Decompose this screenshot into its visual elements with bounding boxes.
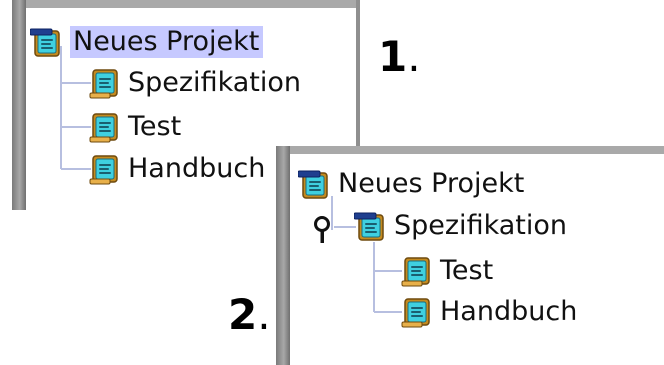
step-number-1: 1. [378, 32, 421, 81]
document-folder-icon [88, 110, 122, 144]
tree-node-label[interactable]: Spezifikation [394, 210, 567, 242]
tree-node-test[interactable]: Test [88, 109, 181, 145]
tree-node-spezifikation[interactable]: Spezifikation [354, 208, 567, 244]
tree-node-label[interactable]: Handbuch [440, 296, 577, 328]
tree-node-label[interactable]: Test [440, 255, 493, 287]
project-folder-icon [298, 167, 332, 201]
tree-node-root[interactable]: Neues Projekt [298, 166, 524, 202]
tree-line-vertical [60, 46, 62, 169]
panel-top-border [12, 0, 360, 8]
tree-node-label[interactable]: Neues Projekt [338, 168, 524, 200]
document-folder-icon [400, 295, 434, 329]
panel-left-border [12, 0, 26, 210]
tree-expander-icon[interactable] [310, 212, 336, 246]
panel-right-border [356, 0, 360, 150]
tree-node-handbuch[interactable]: Handbuch [88, 151, 265, 187]
tree-line-branch [374, 311, 402, 313]
step-number-2: 2. [228, 290, 271, 339]
document-folder-icon [88, 152, 122, 186]
document-folder-icon [400, 254, 434, 288]
tree-line-branch [61, 82, 91, 84]
tree-node-label[interactable]: Test [128, 111, 181, 143]
tree-line-branch [334, 226, 356, 228]
tree-node-test[interactable]: Test [400, 253, 493, 289]
tree-panel-step-2: Neues Projekt Spezifikation Test Handbuc… [276, 146, 664, 365]
tree-node-label[interactable]: Neues Projekt [70, 26, 264, 58]
tree-node-root[interactable]: Neues Projekt [30, 24, 264, 60]
tree-line-branch [61, 168, 91, 170]
tree-line-branch [374, 270, 402, 272]
tree-node-label[interactable]: Spezifikation [128, 67, 301, 99]
document-folder-icon [88, 66, 122, 100]
tree-node-spezifikation[interactable]: Spezifikation [88, 65, 301, 101]
panel-top-border [276, 146, 664, 154]
tree-node-label[interactable]: Handbuch [128, 153, 265, 185]
project-folder-icon [354, 209, 388, 243]
tree-line-vertical [373, 242, 375, 312]
tree-node-handbuch[interactable]: Handbuch [400, 294, 577, 330]
tree-line-branch [61, 126, 91, 128]
project-folder-icon [30, 25, 64, 59]
panel-left-border [276, 146, 290, 365]
